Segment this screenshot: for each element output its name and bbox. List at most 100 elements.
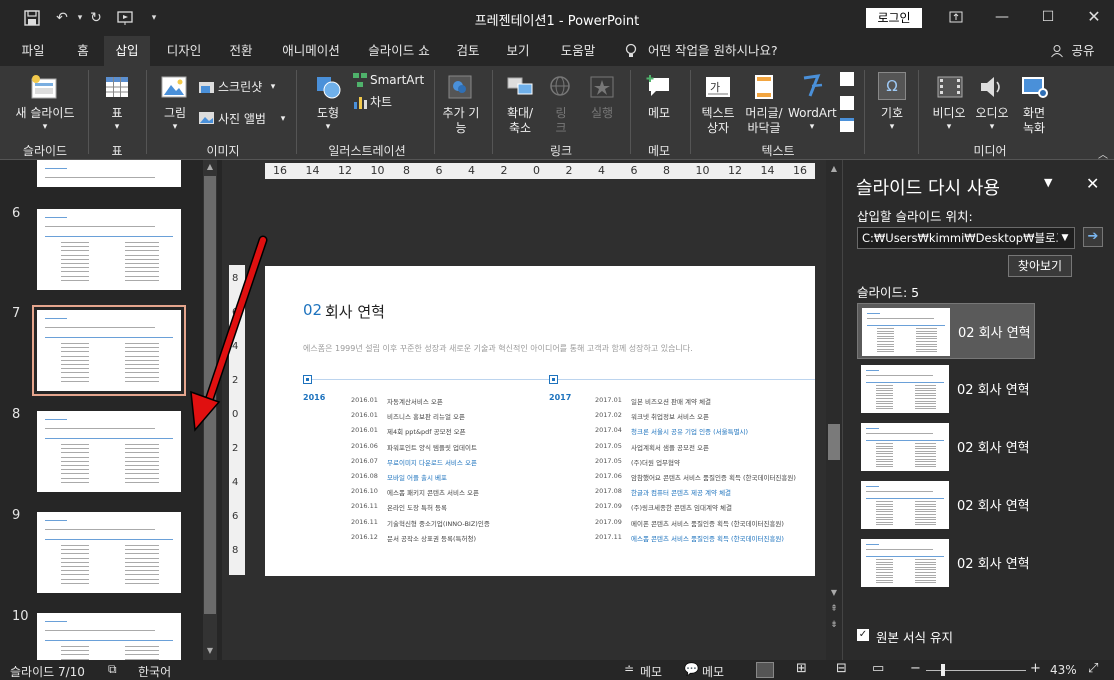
smartart-icon[interactable] <box>352 72 368 88</box>
zoom-button-line2[interactable]: 축소 <box>498 121 542 136</box>
audio-icon[interactable] <box>978 74 1006 100</box>
close-pane-icon[interactable]: ✕ <box>1086 174 1099 193</box>
new-slide-button[interactable]: 새 슬라이드 <box>8 106 82 121</box>
collapse-ribbon-icon[interactable]: ︿ <box>1096 146 1110 161</box>
go-arrow-icon[interactable]: ➔ <box>1083 227 1103 247</box>
tab-file[interactable]: 파일 <box>10 36 56 66</box>
zoom-slider-thumb[interactable] <box>941 664 945 676</box>
keep-format-checkbox[interactable]: ✓ <box>857 629 869 641</box>
reuse-slide-2[interactable]: 02 회사 연혁 <box>857 361 1035 417</box>
wordart-button[interactable]: WordArt <box>788 106 837 121</box>
slide-thumbnail-8[interactable] <box>37 411 181 492</box>
current-slide[interactable]: 02 회사 연혁 에스폼은 1999년 설립 이후 꾸준한 성장과 새로운 기술… <box>265 266 815 576</box>
wordart-dropdown-icon[interactable]: ▾ <box>788 120 836 135</box>
screen-recording-button-line2[interactable]: 녹화 <box>1014 121 1054 136</box>
photo-album-icon[interactable] <box>198 110 216 126</box>
path-dropdown-icon[interactable]: ▼ <box>1058 229 1072 247</box>
notes-icon[interactable]: ≐ <box>624 662 634 676</box>
reuse-slide-5[interactable]: 02 회사 연혁 <box>857 535 1035 591</box>
hyperlink-icon[interactable] <box>548 74 574 100</box>
scroll-down-icon[interactable]: ▼ <box>204 646 216 658</box>
tab-design[interactable]: 디자인 <box>158 36 210 66</box>
audio-button[interactable]: 오디오 <box>970 106 1014 121</box>
addins-button-line2[interactable]: 능 <box>438 121 484 136</box>
tab-home[interactable]: 홈 <box>66 36 100 66</box>
new-slide-icon[interactable] <box>30 74 58 100</box>
table-button[interactable]: 표 <box>96 106 138 121</box>
photo-album-button[interactable]: 사진 앨범 <box>218 112 280 127</box>
video-dropdown-icon[interactable]: ▾ <box>926 120 972 135</box>
hyperlink-button-line2[interactable]: 크 <box>548 121 574 136</box>
tell-me-search[interactable]: 어떤 작업을 원하시나요? <box>648 36 798 66</box>
zoom-button[interactable]: 확대/ <box>498 106 542 121</box>
tab-transitions[interactable]: 전환 <box>220 36 262 66</box>
editor-scroll-down-icon[interactable]: ▼ <box>828 588 840 600</box>
table-icon[interactable] <box>104 74 130 100</box>
pane-options-icon[interactable]: ▼ <box>1044 176 1052 189</box>
video-button[interactable]: 비디오 <box>926 106 972 121</box>
header-footer-icon[interactable] <box>752 74 776 100</box>
zoom-link-icon[interactable] <box>506 74 534 100</box>
normal-view-icon[interactable] <box>756 662 774 678</box>
browse-button[interactable]: 찾아보기 <box>1008 255 1072 277</box>
previous-slide-icon[interactable]: ⇞ <box>828 604 840 616</box>
next-slide-icon[interactable]: ⇟ <box>828 620 840 632</box>
audio-dropdown-icon[interactable]: ▾ <box>970 120 1014 135</box>
screen-recording-icon[interactable] <box>1020 74 1048 100</box>
editor-scroll-up-icon[interactable]: ▲ <box>828 164 840 176</box>
editor-scrollbar-thumb[interactable] <box>828 424 840 460</box>
photo-album-dropdown-icon[interactable]: ▾ <box>278 112 288 127</box>
share-button[interactable]: 공유 <box>1068 36 1098 66</box>
picture-dropdown-icon[interactable]: ▾ <box>156 120 194 135</box>
tab-slideshow[interactable]: 슬라이드 쇼 <box>360 36 438 66</box>
symbols-dropdown-icon[interactable]: ▾ <box>872 120 912 135</box>
new-slide-dropdown-icon[interactable]: ▾ <box>8 120 82 135</box>
notes-button[interactable]: 메모 <box>640 663 662 680</box>
textbox-button-line2[interactable]: 상자 <box>698 121 738 136</box>
header-footer-button-line2[interactable]: 바닥글 <box>740 121 788 136</box>
tab-insert[interactable]: 삽입 <box>104 36 150 66</box>
scroll-up-icon[interactable]: ▲ <box>204 162 216 174</box>
tab-animations[interactable]: 애니메이션 <box>272 36 350 66</box>
slide-source-path-input[interactable]: C:₩Users₩kimmi₩Desktop₩블로그 <box>857 227 1075 249</box>
login-button[interactable]: 로그인 <box>866 8 922 28</box>
tab-view[interactable]: 보기 <box>498 36 538 66</box>
shapes-dropdown-icon[interactable]: ▾ <box>308 120 348 135</box>
header-footer-button[interactable]: 머리글/ <box>740 106 788 121</box>
slide-thumbnail-7[interactable] <box>32 305 186 396</box>
addins-icon[interactable] <box>446 74 474 100</box>
tab-help[interactable]: 도움말 <box>550 36 606 66</box>
slideshow-view-icon[interactable]: ▭ <box>872 661 884 676</box>
chart-button[interactable]: 차트 <box>370 95 410 110</box>
chart-icon[interactable] <box>352 94 368 110</box>
zoom-in-icon[interactable]: + <box>1030 661 1041 676</box>
shapes-icon[interactable] <box>314 74 342 100</box>
maximize-icon[interactable]: ☐ <box>1034 6 1062 28</box>
slide-thumbnail-10[interactable] <box>37 613 181 660</box>
addins-button[interactable]: 추가 기 <box>438 106 484 121</box>
reading-view-icon[interactable]: ⊟ <box>836 661 847 676</box>
zoom-level[interactable]: 43% <box>1050 663 1077 677</box>
accessibility-icon[interactable]: ⧉ <box>108 662 117 677</box>
action-button[interactable]: 실행 <box>584 106 620 121</box>
close-window-icon[interactable]: ✕ <box>1080 6 1108 28</box>
table-dropdown-icon[interactable]: ▾ <box>96 120 138 135</box>
language-indicator[interactable]: 한국어 <box>138 663 171 680</box>
minimize-icon[interactable]: — <box>988 6 1016 28</box>
reuse-slide-3[interactable]: 02 회사 연혁 <box>857 419 1035 475</box>
wordart-icon[interactable] <box>800 72 826 100</box>
object-icon[interactable] <box>840 118 854 132</box>
ribbon-display-icon[interactable] <box>942 6 970 28</box>
comments-icon[interactable]: 💬 <box>684 662 699 676</box>
comment-icon[interactable] <box>646 74 672 100</box>
tab-review[interactable]: 검토 <box>448 36 488 66</box>
smartart-button[interactable]: SmartArt <box>370 73 430 88</box>
action-icon[interactable] <box>588 74 616 100</box>
slide-sorter-icon[interactable]: ⊞ <box>796 661 807 676</box>
slide-thumbnail-5[interactable] <box>37 160 181 187</box>
video-icon[interactable] <box>936 74 964 100</box>
slide-thumbnail-6[interactable] <box>37 209 181 290</box>
reuse-slide-4[interactable]: 02 회사 연혁 <box>857 477 1035 533</box>
fit-slide-icon[interactable]: ⤢ <box>1088 661 1098 676</box>
comments-button[interactable]: 메모 <box>702 663 724 680</box>
